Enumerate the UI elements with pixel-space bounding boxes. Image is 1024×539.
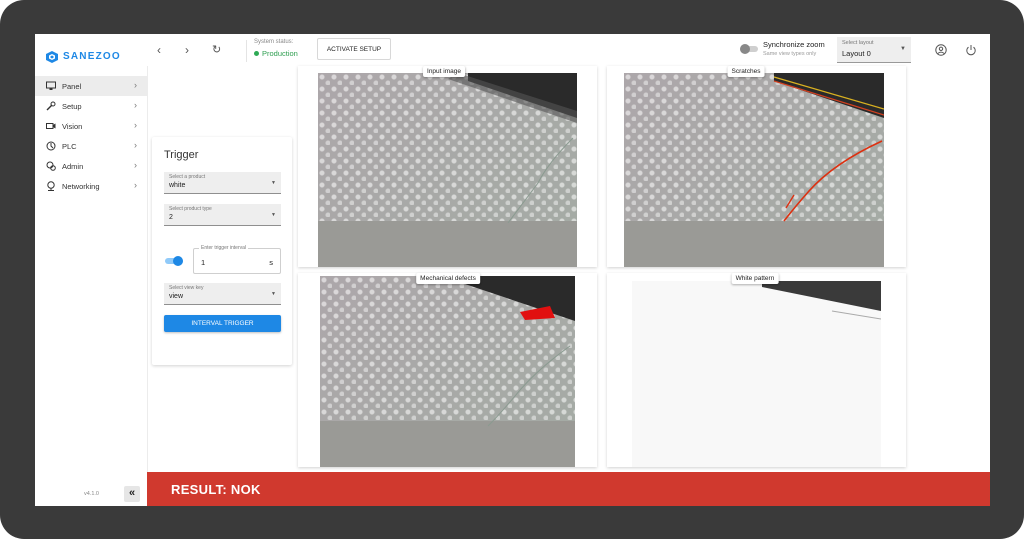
- sidebar-item-label: Panel: [62, 81, 82, 91]
- sidebar-item-admin[interactable]: Admin ›: [35, 156, 147, 176]
- sync-zoom-title: Synchronize zoom: [763, 40, 825, 49]
- sync-zoom-text: Synchronize zoom Same view types only: [763, 40, 825, 57]
- app-screen: SANEZOO Panel › Setup › Vision › PLC › A…: [35, 34, 990, 506]
- system-status: System status: Production: [254, 39, 298, 58]
- product-select-value: white: [169, 182, 186, 189]
- chevron-right-icon: ›: [134, 120, 137, 130]
- logo-mark-icon: [46, 50, 58, 63]
- product-select[interactable]: Select a product white ▼: [164, 172, 281, 194]
- sidebar-item-setup[interactable]: Setup ›: [35, 96, 147, 116]
- status-dot-icon: [254, 51, 259, 56]
- sync-zoom-subtitle: Same view types only: [763, 51, 817, 57]
- view-panel-mechanical-defects: Mechanical defects: [298, 273, 597, 467]
- view-key-value: view: [169, 293, 184, 300]
- collapse-sidebar-button[interactable]: «: [124, 486, 140, 502]
- view-label: Mechanical defects: [416, 273, 480, 284]
- camera-image[interactable]: [632, 281, 881, 467]
- view-key-label: Select view key: [169, 285, 204, 291]
- layout-select-value: Layout 0: [842, 49, 871, 58]
- device-frame: SANEZOO Panel › Setup › Vision › PLC › A…: [0, 0, 1024, 539]
- sidebar-item-label: Networking: [62, 181, 100, 191]
- dropdown-arrow-icon: ▼: [271, 180, 276, 186]
- brand-name: SANEZOO: [63, 50, 121, 62]
- view-key-select[interactable]: Select view key view ▼: [164, 283, 281, 305]
- sidebar-item-panel[interactable]: Panel ›: [35, 76, 147, 96]
- sidebar-nav: Panel › Setup › Vision › PLC › Admin › N…: [35, 76, 147, 196]
- network-icon: [46, 181, 56, 191]
- layout-select-label: Select layout: [842, 40, 874, 46]
- status-label: System status:: [254, 39, 294, 45]
- view-panel-input-image: Input image: [298, 66, 597, 267]
- chevron-right-icon: ›: [134, 160, 137, 170]
- power-icon[interactable]: [965, 43, 977, 56]
- view-panel-white-pattern: White pattern: [607, 273, 906, 467]
- trigger-interval-value: 1: [201, 258, 206, 267]
- trigger-title: Trigger: [164, 149, 199, 161]
- dropdown-arrow-icon: ▼: [271, 212, 276, 218]
- refresh-icon[interactable]: ↻: [212, 43, 221, 56]
- user-account-icon[interactable]: [935, 43, 947, 56]
- view-panel-scratches: Scratches: [607, 66, 906, 267]
- camera-image[interactable]: [320, 276, 575, 467]
- status-value: Production: [254, 49, 298, 58]
- wrench-icon: [46, 101, 56, 111]
- top-bar: ‹ › ↻ System status: Production ACTIVATE…: [147, 34, 990, 66]
- trigger-interval-input[interactable]: Enter trigger interval 1 s: [193, 245, 281, 274]
- back-arrow-icon[interactable]: ‹: [157, 43, 161, 57]
- layout-select[interactable]: Select layout Layout 0 ▼: [837, 37, 911, 63]
- product-type-select[interactable]: Select product type 2 ▼: [164, 204, 281, 226]
- trigger-interval-unit: s: [269, 258, 273, 267]
- sidebar-item-label: Vision: [62, 121, 83, 131]
- sidebar-item-networking[interactable]: Networking ›: [35, 176, 147, 196]
- product-type-label: Select product type: [169, 206, 212, 212]
- chevron-right-icon: ›: [134, 80, 137, 90]
- sidebar-item-label: PLC: [62, 141, 77, 151]
- camera-image[interactable]: [624, 73, 884, 267]
- dropdown-arrow-icon: ▼: [900, 46, 906, 52]
- app-version: v4.1.0: [84, 491, 99, 497]
- chevron-right-icon: ›: [134, 140, 137, 150]
- sidebar-item-plc[interactable]: PLC ›: [35, 136, 147, 156]
- view-label: Input image: [423, 66, 465, 77]
- interval-trigger-button[interactable]: INTERVAL TRIGGER: [164, 315, 281, 332]
- camera-icon: [46, 121, 56, 131]
- result-banner: RESULT: NOK: [147, 472, 990, 506]
- sidebar-item-label: Setup: [62, 101, 82, 111]
- activate-setup-button[interactable]: ACTIVATE SETUP: [317, 38, 391, 60]
- interval-trigger-toggle[interactable]: [165, 256, 183, 266]
- trigger-interval-label: Enter trigger interval: [199, 245, 249, 251]
- forward-arrow-icon[interactable]: ›: [185, 43, 189, 57]
- monitor-icon: [46, 81, 56, 91]
- trigger-panel: Trigger Select a product white ▼ Select …: [152, 137, 292, 365]
- product-select-label: Select a product: [169, 174, 206, 180]
- sidebar-item-label: Admin: [62, 161, 84, 171]
- brand-logo: SANEZOO: [46, 50, 121, 63]
- admin-icon: [46, 161, 56, 171]
- view-label: Scratches: [727, 66, 765, 77]
- sidebar: SANEZOO Panel › Setup › Vision › PLC › A…: [35, 34, 148, 506]
- dropdown-arrow-icon: ▼: [271, 291, 276, 297]
- chevron-right-icon: ›: [134, 180, 137, 190]
- view-label: White pattern: [731, 273, 779, 284]
- plc-icon: [46, 141, 56, 151]
- chevron-right-icon: ›: [134, 100, 137, 110]
- product-type-value: 2: [169, 214, 173, 221]
- sidebar-item-vision[interactable]: Vision ›: [35, 116, 147, 136]
- toolbar-divider: [246, 40, 247, 62]
- sync-zoom-toggle[interactable]: [740, 44, 758, 54]
- status-text: Production: [262, 49, 298, 58]
- camera-image[interactable]: [318, 73, 577, 267]
